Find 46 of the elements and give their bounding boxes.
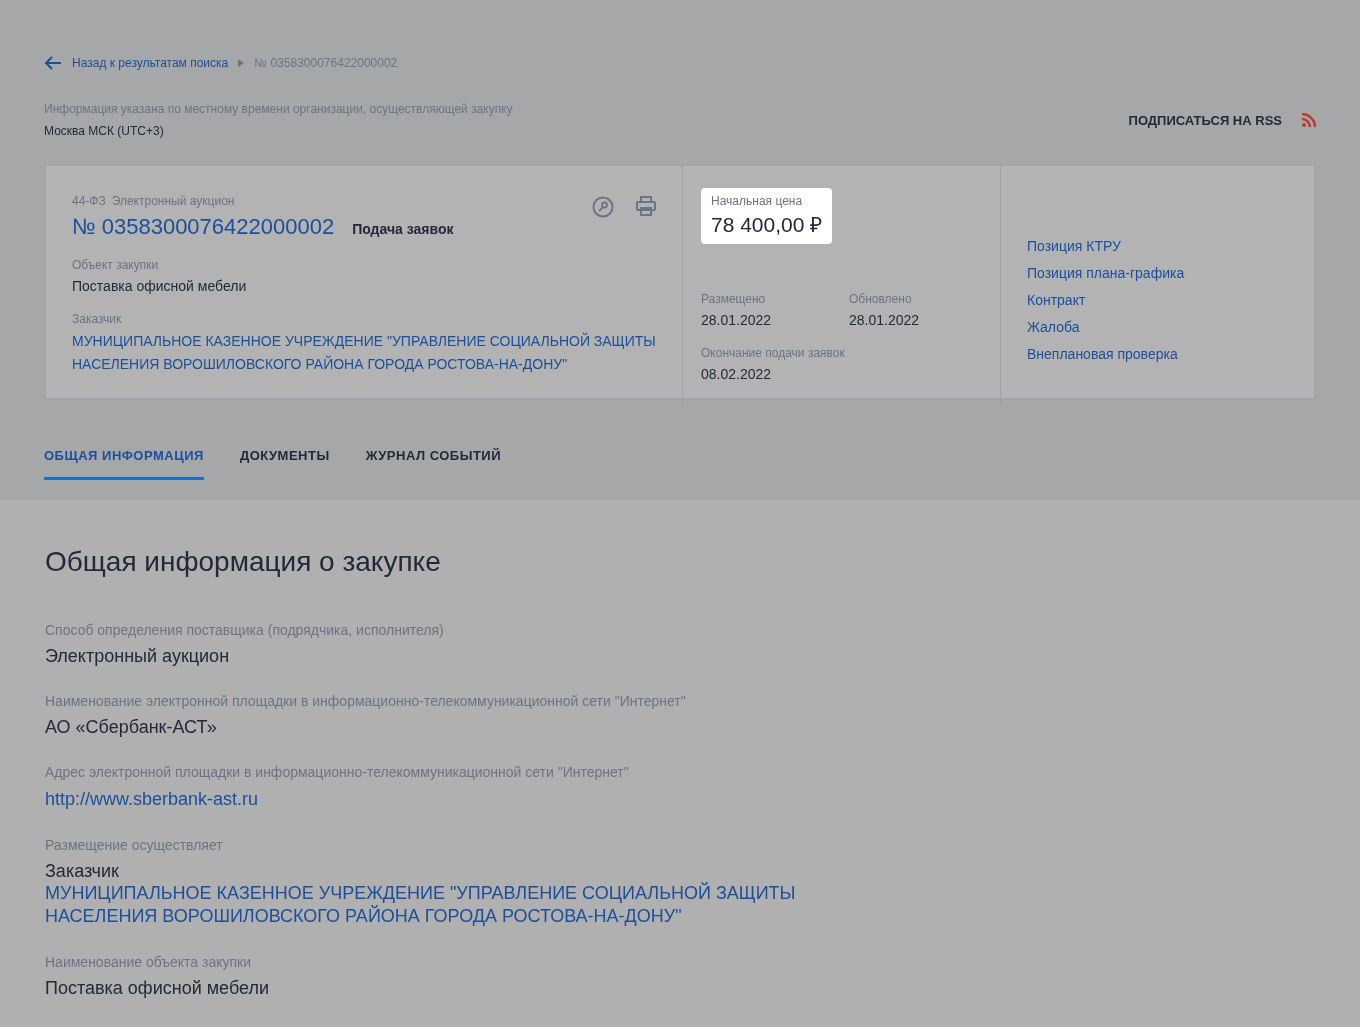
- date-value: 08.02.2022: [701, 366, 773, 382]
- breadcrumb-separator-icon: [238, 59, 245, 67]
- related-link[interactable]: Жалоба: [1027, 319, 1292, 335]
- tab[interactable]: ЖУРНАЛ СОБЫТИЙ: [365, 440, 502, 480]
- breadcrumb-current: № 0358300076422000002: [254, 56, 398, 70]
- timezone-note: Информация указана по местному времени организации, осуществляющей закупку: [44, 102, 513, 116]
- field-value: Заказчик: [45, 861, 120, 882]
- related-link[interactable]: Позиция плана-графика: [1027, 265, 1292, 281]
- related-link[interactable]: Внеплановая проверка: [1027, 346, 1292, 362]
- field-label: Способ определения поставщика (подрядчика, исполнителя): [45, 622, 445, 638]
- field-value: Поставка офисной мебели: [45, 978, 270, 999]
- print-icon[interactable]: [636, 196, 656, 216]
- rss-icon: [1302, 113, 1316, 127]
- tab[interactable]: ДОКУМЕНТЫ: [239, 440, 330, 480]
- related-link[interactable]: Позиция КТРУ: [1027, 238, 1292, 254]
- field-label: Наименование объекта закупки: [45, 954, 253, 970]
- related-link[interactable]: Контракт: [1027, 292, 1292, 308]
- law-label: 44-ФЗ: [72, 194, 106, 208]
- date-label: Окончание подачи заявок: [701, 346, 846, 360]
- method-label: Электронный аукцион: [111, 194, 235, 208]
- section-title: Общая информация о закупке: [45, 546, 442, 578]
- field-link[interactable]: http://www.sberbank-ast.ru: [45, 788, 895, 811]
- tab[interactable]: ОБЩАЯ ИНФОРМАЦИЯ: [44, 440, 204, 480]
- field-label: Адрес электронной площадки в информационно-телекоммуникационной сети "Интернет": [45, 764, 630, 780]
- field-value: Поставка офисной мебели: [72, 278, 248, 294]
- date-label: Обновлено: [849, 292, 913, 306]
- customer-link[interactable]: МУНИЦИПАЛЬНОЕ КАЗЕННОЕ УЧРЕЖДЕНИЕ "УПРАВЛЕНИЕ СОЦИАЛЬНОЙ ЗАЩИТЫ НАСЕЛЕНИЯ ВОРОШИЛОВСКОГО РАЙОНА ГОРОДА РОСТОВА-НА-ДОНУ": [72, 330, 656, 376]
- price-label: Начальная цена: [711, 194, 804, 208]
- date-value: 28.01.2022: [849, 312, 921, 328]
- field-label: Размещение осуществляет: [45, 837, 224, 853]
- key-circle-icon[interactable]: [592, 196, 614, 218]
- back-arrow-icon: [44, 56, 62, 70]
- field-label: Заказчик: [72, 312, 123, 326]
- back-link[interactable]: Назад к результатам поиска: [44, 56, 229, 70]
- field-label: Наименование электронной площадки в информационно-телекоммуникационной сети "Интернет": [45, 693, 687, 709]
- rss-subscribe-link[interactable]: ПОДПИСАТЬСЯ НА RSS: [1128, 112, 1316, 128]
- price-value: 78 400,00 ₽: [711, 212, 823, 238]
- stage-label: Подача заявок: [352, 221, 454, 237]
- field-link[interactable]: МУНИЦИПАЛЬНОЕ КАЗЕННОЕ УЧРЕЖДЕНИЕ "УПРАВЛЕНИЕ СОЦИАЛЬНОЙ ЗАЩИТЫ НАСЕЛЕНИЯ ВОРОШИЛОВСКОГО РАЙОНА ГОРОДА РОСТОВА-НА-ДОНУ": [45, 882, 895, 928]
- field-value: Электронный аукцион: [45, 646, 231, 667]
- date-value: 28.01.2022: [701, 312, 773, 328]
- procurement-number[interactable]: № 0358300076422000002: [72, 214, 335, 240]
- timezone-value: Москва МСК (UTC+3): [44, 124, 165, 138]
- field-value: АО «Сбербанк-АСТ»: [45, 717, 218, 738]
- field-label: Объект закупки: [72, 258, 160, 272]
- date-label: Размещено: [701, 292, 767, 306]
